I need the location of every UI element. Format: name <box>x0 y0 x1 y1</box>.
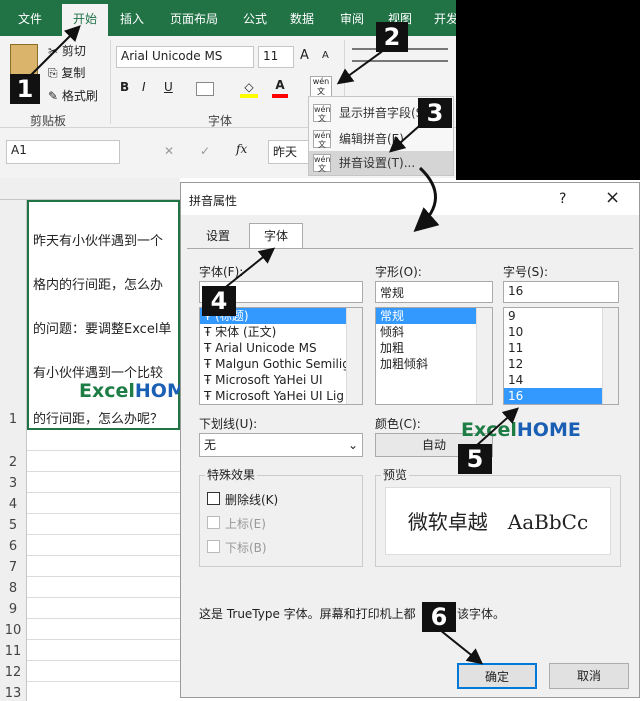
arrow-line <box>475 407 519 447</box>
arrow-line <box>336 49 385 85</box>
arrow-line <box>439 629 484 665</box>
arrow-line <box>29 25 81 77</box>
arrow-line <box>389 119 427 153</box>
annotation-arrows <box>29 25 519 665</box>
arrow-line <box>221 247 276 291</box>
arrow-curve <box>413 166 440 232</box>
